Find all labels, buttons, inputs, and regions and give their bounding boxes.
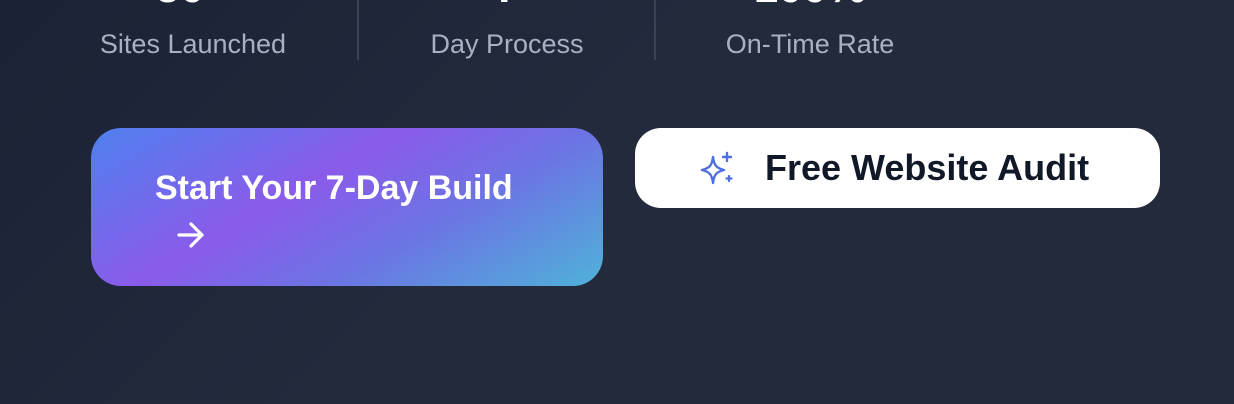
stat-label: On-Time Rate [725, 29, 895, 59]
stat-on-time-rate: 100% On-Time Rate [690, 0, 930, 70]
stat-day-process: 7 Day Process [390, 0, 624, 70]
start-build-label: Start Your 7-Day Build [155, 169, 513, 207]
stat-divider [654, 0, 656, 60]
stat-value: 50+ [61, 0, 325, 10]
stat-value: 7 [390, 0, 624, 10]
start-build-button[interactable]: Start Your 7-Day Build [91, 128, 603, 286]
arrow-right-icon [177, 222, 204, 248]
sparkles-icon [700, 151, 733, 185]
stat-label: Sites Launched [99, 29, 287, 59]
stats-row: 50+ Sites Launched 7 Day Process 100% On… [0, 0, 1234, 70]
free-audit-button[interactable]: Free Website Audit [635, 128, 1160, 208]
stat-label: Day Process [430, 29, 584, 59]
stat-value: 100% [690, 0, 930, 10]
free-audit-label: Free Website Audit [765, 147, 1090, 188]
stat-sites-launched: 50+ Sites Launched [61, 0, 325, 70]
stat-divider [357, 0, 359, 60]
